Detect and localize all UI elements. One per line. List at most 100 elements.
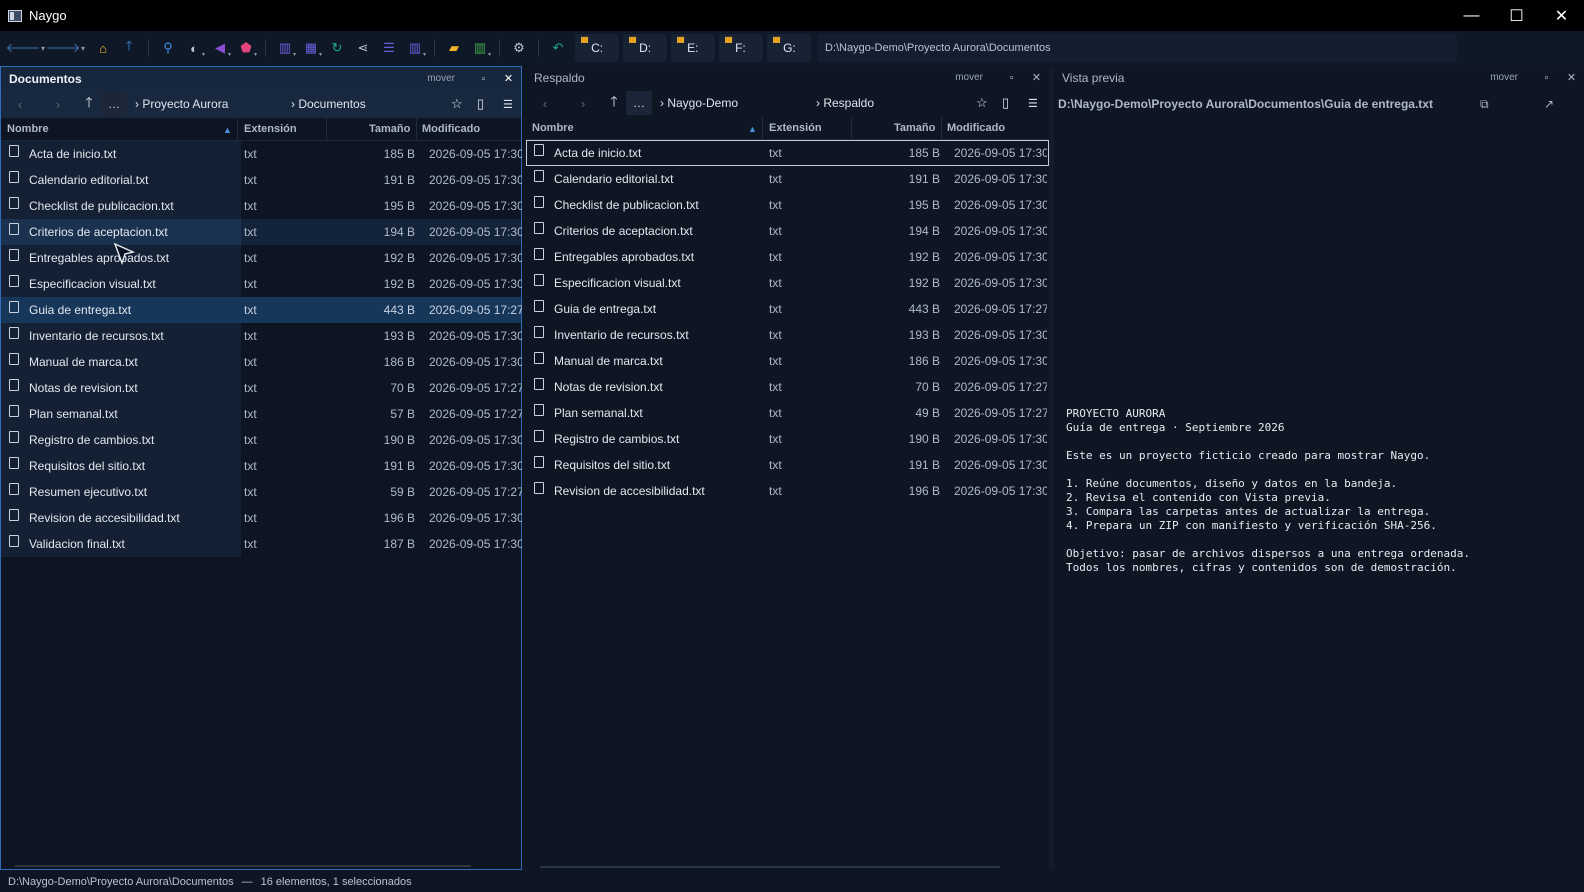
breadcrumb-item[interactable]: › Naygo-Demo xyxy=(660,96,738,110)
nav-back-icon[interactable]: ‹ xyxy=(1,97,39,112)
table-row[interactable]: Entregables aprobados.txt txt 192 B 2026-09… xyxy=(1,245,522,271)
drive-c-button[interactable]: ▀ C: xyxy=(575,34,619,62)
table-row[interactable]: Requisitos del sitio.txt txt 191 B 2026-09-… xyxy=(1,453,522,479)
forward-history-dropdown[interactable]: ▾ xyxy=(76,35,90,61)
file-name: Criterios de aceptacion.txt xyxy=(554,224,693,238)
table-row[interactable]: Calendario editorial.txt txt 191 B 2026-09-… xyxy=(1,167,522,193)
table-row[interactable]: Checklist de publicacion.txt txt 195 B 2026… xyxy=(526,192,1049,218)
table-row[interactable]: Guia de entrega.txt txt 443 B 2026-09-05 17… xyxy=(1,297,522,323)
nav-up-icon[interactable]: 🡑 xyxy=(77,92,101,116)
move-panel-button[interactable]: mover xyxy=(427,73,455,84)
table-row[interactable]: Plan semanal.txt txt 57 B 2026-09-05 17:27 xyxy=(1,401,522,427)
col-extension[interactable]: Extensión xyxy=(769,117,822,140)
theme-icon[interactable]: ◐ ▾ xyxy=(181,35,207,61)
maximize-panel-icon[interactable]: ▫ xyxy=(471,73,496,85)
sync-icon[interactable]: ↻ xyxy=(324,35,350,61)
drive-g-button[interactable]: ▀ G: xyxy=(767,34,811,62)
back-button[interactable]: 🡐 xyxy=(6,35,41,61)
table-row[interactable]: Calendario editorial.txt txt 191 B 2026-09-… xyxy=(526,166,1049,192)
tag-icon[interactable]: ◀ ▾ xyxy=(207,35,233,61)
close-panel-icon[interactable]: ✕ xyxy=(1024,71,1049,84)
drive-e-button[interactable]: ▀ E: xyxy=(671,34,715,62)
move-panel-button[interactable]: mover xyxy=(955,72,983,83)
horizontal-scrollbar[interactable] xyxy=(15,865,471,867)
col-extension[interactable]: Extensión xyxy=(244,118,297,141)
share-icon[interactable]: ⋖ xyxy=(350,35,376,61)
file-size: 192 B xyxy=(383,251,415,265)
drive-f-button[interactable]: ▀ F: xyxy=(719,34,763,62)
table-row[interactable]: Validacion final.txt txt 187 B 2026-09-05 1… xyxy=(1,531,522,557)
table-row[interactable]: Guia de entrega.txt txt 443 B 2026-09-05 17… xyxy=(526,296,1049,322)
table-row[interactable]: Inventario de recursos.txt txt 193 B 2026-0… xyxy=(1,323,522,349)
clipboard-icon[interactable]: ▯ xyxy=(1002,95,1009,111)
table-row[interactable]: Resumen ejecutivo.txt txt 59 B 2026-09-05 1… xyxy=(1,479,522,505)
maximize-panel-icon[interactable]: ▫ xyxy=(999,72,1024,84)
maximize-panel-icon[interactable]: ▫ xyxy=(1534,72,1559,84)
parent-folder-icon[interactable]: 🡑 xyxy=(116,35,142,61)
search-icon[interactable]: ⚲ xyxy=(155,35,181,61)
nav-forward-icon[interactable]: › xyxy=(564,96,602,111)
settings-gear-icon[interactable]: ⚙ xyxy=(506,35,532,61)
nav-back-icon[interactable]: ‹ xyxy=(526,96,564,111)
filter-icon[interactable]: ☰ xyxy=(503,98,513,111)
table-row[interactable]: Criterios de aceptacion.txt txt 194 B 2026-… xyxy=(526,218,1049,244)
breadcrumb-ellipsis[interactable]: … xyxy=(626,91,652,115)
column-divider xyxy=(851,116,852,140)
breadcrumb-item[interactable]: › Proyecto Aurora xyxy=(135,97,228,111)
panels-icon[interactable]: ▥ ▾ xyxy=(402,35,428,61)
breadcrumb-item[interactable]: › Documentos xyxy=(291,97,366,111)
table-row[interactable]: Plan semanal.txt txt 49 B 2026-09-05 17:27 xyxy=(526,400,1049,426)
maximize-button[interactable]: ☐ xyxy=(1494,0,1539,31)
table-row[interactable]: Registro de cambios.txt txt 190 B 2026-09-0… xyxy=(1,427,522,453)
forward-button[interactable]: 🡒 xyxy=(46,35,81,61)
archive-icon[interactable]: ▰ xyxy=(441,35,467,61)
table-row[interactable]: Notas de revision.txt txt 70 B 2026-09-05 1… xyxy=(1,375,522,401)
list-view-icon[interactable]: ☰ xyxy=(376,35,402,61)
col-modified[interactable]: Modificado xyxy=(947,117,1005,140)
address-bar[interactable]: D:\Naygo-Demo\Proyecto Aurora\Documentos xyxy=(817,34,1457,62)
table-row[interactable]: Acta de inicio.txt txt 185 B 2026-09-05 17:… xyxy=(1,141,522,167)
drive-d-button[interactable]: ▀ D: xyxy=(623,34,667,62)
columns-view-icon[interactable]: ▥ ▾ xyxy=(272,35,298,61)
home-icon[interactable]: ⌂ xyxy=(90,35,116,61)
nav-forward-icon[interactable]: › xyxy=(39,97,77,112)
table-row[interactable]: Requisitos del sitio.txt txt 191 B 2026-09-… xyxy=(526,452,1049,478)
table-row[interactable]: Criterios de aceptacion.txt txt 194 B 2026-… xyxy=(1,219,522,245)
favorite-star-icon[interactable]: ☆ xyxy=(976,95,988,111)
grid-view-icon[interactable]: ▦ ▾ xyxy=(298,35,324,61)
table-row[interactable]: Checklist de publicacion.txt txt 195 B 2026… xyxy=(1,193,522,219)
table-row[interactable]: Entregables aprobados.txt txt 192 B 2026-09… xyxy=(526,244,1049,270)
minimize-button[interactable]: — xyxy=(1449,0,1494,31)
table-row[interactable]: Acta de inicio.txt txt 185 B 2026-09-05 17:… xyxy=(526,140,1049,166)
close-panel-icon[interactable]: ✕ xyxy=(496,72,521,85)
col-name[interactable]: Nombre xyxy=(532,117,574,140)
table-row[interactable]: Revision de accesibilidad.txt txt 196 B 202… xyxy=(526,478,1049,504)
table-row[interactable]: Inventario de recursos.txt txt 193 B 2026-0… xyxy=(526,322,1049,348)
col-size[interactable]: Tamaño xyxy=(369,118,410,141)
favorite-star-icon[interactable]: ☆ xyxy=(451,96,463,112)
table-row[interactable]: Manual de marca.txt txt 186 B 2026-09-05 17… xyxy=(1,349,522,375)
col-name[interactable]: Nombre xyxy=(7,118,49,141)
copy-icon[interactable]: ⧉ xyxy=(1480,97,1489,112)
breadcrumb-ellipsis[interactable]: … xyxy=(101,92,127,116)
favorites-icon[interactable]: ⬟ ▾ xyxy=(233,35,259,61)
table-row[interactable]: Revision de accesibilidad.txt txt 196 B 202… xyxy=(1,505,522,531)
open-external-icon[interactable]: ↗ xyxy=(1544,97,1554,111)
undo-icon[interactable]: ↶ xyxy=(545,35,571,61)
close-panel-icon[interactable]: ✕ xyxy=(1559,71,1584,84)
nav-up-icon[interactable]: 🡑 xyxy=(602,91,626,115)
breadcrumb-item[interactable]: › Respaldo xyxy=(816,96,874,110)
table-row[interactable]: Manual de marca.txt txt 186 B 2026-09-05 17… xyxy=(526,348,1049,374)
col-modified[interactable]: Modificado xyxy=(422,118,480,141)
move-panel-button[interactable]: mover xyxy=(1490,72,1518,83)
clipboard-icon[interactable]: ▯ xyxy=(477,96,484,112)
horizontal-scrollbar[interactable] xyxy=(540,866,1000,868)
table-row[interactable]: Registro de cambios.txt txt 190 B 2026-09-0… xyxy=(526,426,1049,452)
table-row[interactable]: Notas de revision.txt txt 70 B 2026-09-05 1… xyxy=(526,374,1049,400)
table-row[interactable]: Especificacion visual.txt txt 192 B 2026-09… xyxy=(1,271,522,297)
close-window-button[interactable]: ✕ xyxy=(1539,0,1584,31)
table-row[interactable]: Especificacion visual.txt txt 192 B 2026-09… xyxy=(526,270,1049,296)
col-size[interactable]: Tamaño xyxy=(894,117,935,140)
library-icon[interactable]: ▥ ▾ xyxy=(467,35,493,61)
filter-icon[interactable]: ☰ xyxy=(1028,97,1038,110)
